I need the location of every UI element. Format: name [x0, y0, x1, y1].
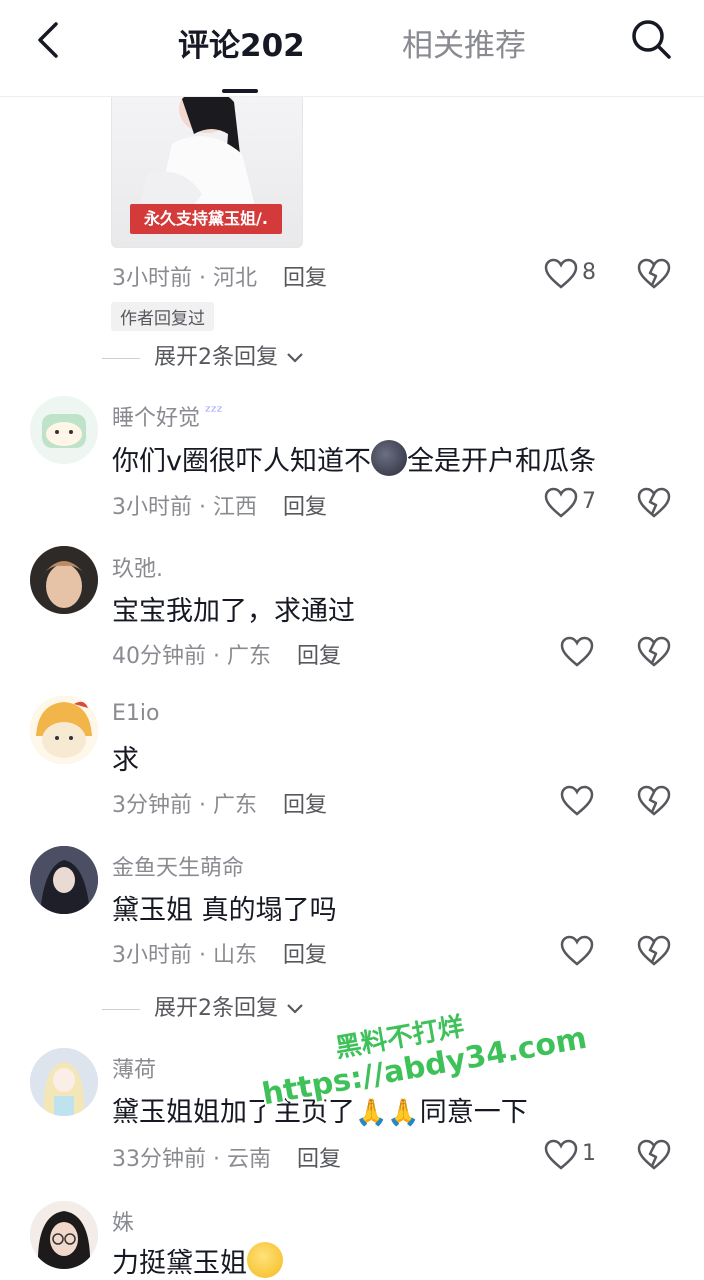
- avatar[interactable]: [30, 696, 98, 764]
- expand-label: 展开2条回复: [154, 996, 278, 1021]
- like-heart-icon[interactable]: [560, 935, 594, 967]
- broken-heart-icon[interactable]: [637, 1139, 671, 1171]
- username[interactable]: 姝: [112, 1205, 134, 1237]
- like-heart-icon[interactable]: [544, 487, 578, 519]
- broken-heart-icon[interactable]: [637, 487, 671, 519]
- like-count: 1: [582, 1141, 596, 1166]
- avatar[interactable]: [30, 1201, 98, 1269]
- like-count: 7: [582, 489, 596, 514]
- cartoon-avatar: [30, 696, 98, 764]
- expand-replies-button[interactable]: 展开2条回复: [102, 990, 305, 1022]
- chevron-down-icon: [287, 353, 303, 363]
- username[interactable]: 睡个好觉 ᶻᶻᶻ: [112, 400, 223, 432]
- reply-button[interactable]: 回复: [283, 266, 327, 291]
- reply-button[interactable]: 回复: [297, 1147, 341, 1172]
- back-arrow-icon[interactable]: [28, 18, 72, 62]
- search-icon[interactable]: [628, 16, 674, 62]
- reply-button[interactable]: 回复: [283, 495, 327, 520]
- divider-line: [102, 1008, 140, 1010]
- comment-text: 求: [112, 745, 139, 776]
- cartoon-avatar: [30, 396, 98, 464]
- broken-heart-icon[interactable]: [637, 258, 671, 290]
- broken-heart-icon[interactable]: [637, 785, 671, 817]
- comment-meta: 33分钟前 · 云南 回复: [112, 1147, 342, 1172]
- expand-label: 展开2条回复: [154, 345, 278, 370]
- username[interactable]: 玖弛.: [112, 551, 163, 583]
- dark-moon-emoji-icon: [370, 440, 407, 476]
- anime-avatar: [30, 1048, 98, 1116]
- comment-region: 河北: [212, 266, 257, 291]
- photo-avatar: [30, 1201, 98, 1269]
- username[interactable]: 金鱼天生萌命: [112, 850, 244, 882]
- divider-line: [102, 357, 140, 359]
- comment-meta: 3小时前 · 山东 回复: [112, 943, 328, 968]
- smiling-face-emoji-icon: [247, 1242, 283, 1278]
- like-heart-icon[interactable]: [560, 636, 594, 668]
- author-replied-badge: 作者回复过: [111, 302, 214, 331]
- like-heart-icon[interactable]: [544, 258, 578, 290]
- like-heart-icon[interactable]: [560, 785, 594, 817]
- username[interactable]: E1io: [112, 701, 159, 726]
- username[interactable]: 薄荷: [112, 1052, 156, 1084]
- anime-avatar: [30, 846, 98, 914]
- active-tab-indicator: [222, 89, 258, 93]
- comment-text: 你们v圈很吓人知道不 全是开户和瓜条: [112, 439, 596, 478]
- praying-hands-emoji-icon: 🙏🙏: [355, 1098, 420, 1128]
- chevron-down-icon: [287, 1004, 303, 1014]
- comment-list[interactable]: 永久支持黛玉姐/. 3小时前 · 河北 回复 8 作者回复过 展开2条回复 睡个好…: [0, 97, 704, 1280]
- top-bar: 评论202 相关推荐: [0, 0, 704, 97]
- image-banner-text: 永久支持黛玉姐/.: [130, 204, 282, 234]
- broken-heart-icon[interactable]: [637, 636, 671, 668]
- comment-text: 黛玉姐姐加了主页了🙏🙏同意一下: [112, 1097, 528, 1128]
- avatar[interactable]: [30, 546, 98, 614]
- tab-related[interactable]: 相关推荐: [402, 20, 526, 65]
- comment-meta: 40分钟前 · 广东 回复: [112, 644, 342, 669]
- comment-meta: 3分钟前 · 广东 回复: [112, 793, 328, 818]
- comment-meta: 3小时前 · 江西 回复: [112, 495, 328, 520]
- like-heart-icon[interactable]: [544, 1139, 578, 1171]
- avatar[interactable]: [30, 1048, 98, 1116]
- expand-replies-button[interactable]: 展开2条回复: [102, 339, 305, 371]
- comment-text: 宝宝我加了，求通过: [112, 596, 355, 627]
- comment-meta: 3小时前 · 河北 回复: [112, 266, 328, 291]
- photo-avatar: [30, 546, 98, 614]
- broken-heart-icon[interactable]: [637, 935, 671, 967]
- comment-text: 力挺黛玉姐: [112, 1241, 283, 1280]
- comment-text: 黛玉姐 真的塌了吗: [112, 895, 337, 926]
- reply-button[interactable]: 回复: [283, 793, 327, 818]
- reply-button[interactable]: 回复: [283, 943, 327, 968]
- comment-time: 3小时前: [112, 266, 192, 291]
- zzz-icon: ᶻᶻᶻ: [200, 402, 223, 421]
- avatar[interactable]: [30, 396, 98, 464]
- tab-comments[interactable]: 评论202: [178, 20, 305, 65]
- reply-button[interactable]: 回复: [297, 644, 341, 669]
- comment-image[interactable]: 永久支持黛玉姐/.: [111, 97, 303, 248]
- like-count: 8: [582, 260, 596, 285]
- avatar[interactable]: [30, 846, 98, 914]
